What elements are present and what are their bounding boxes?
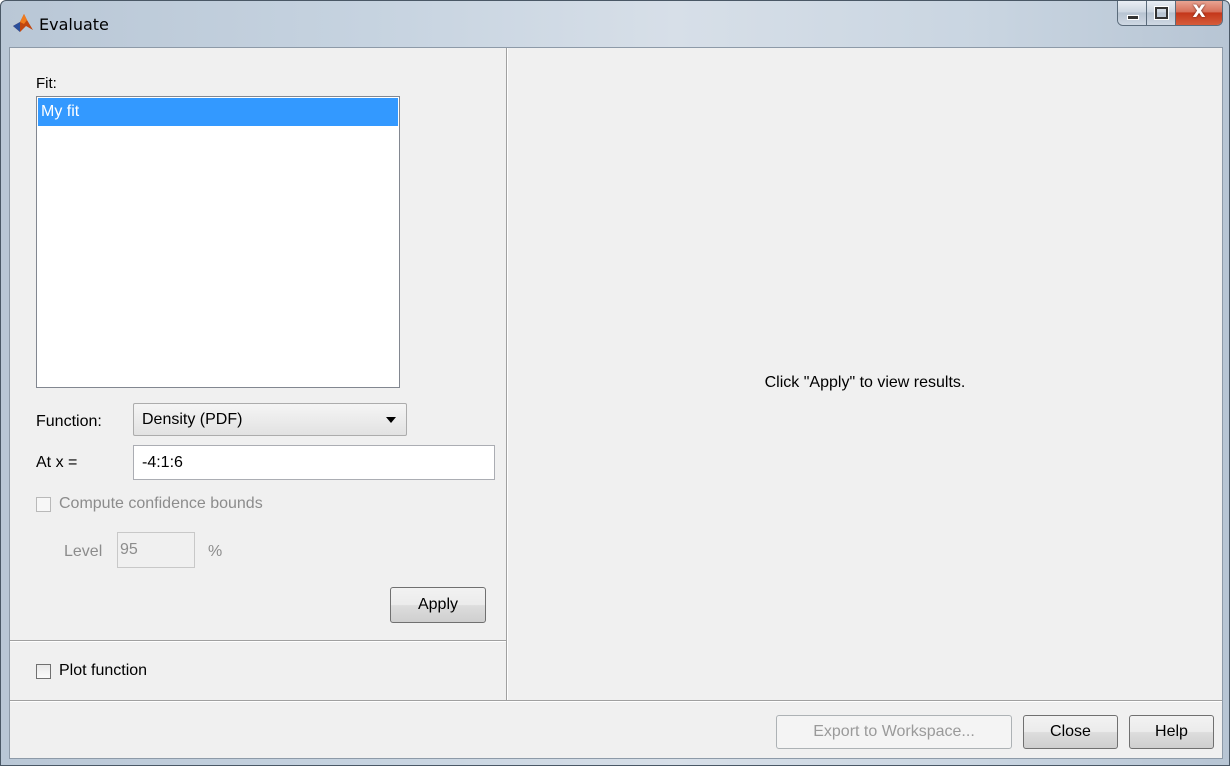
fit-label: Fit: [36, 75, 57, 92]
percent-label: % [208, 543, 223, 560]
title-bar[interactable]: Evaluate X [1, 1, 1229, 47]
apply-button[interactable]: Apply [390, 587, 486, 623]
fit-list-item[interactable]: My fit [38, 98, 398, 126]
footer-divider [10, 700, 1222, 702]
confidence-bounds-label: Compute confidence bounds [59, 495, 263, 512]
function-label: Function: [36, 413, 102, 430]
window-title: Evaluate [39, 15, 109, 34]
matlab-icon [13, 14, 33, 32]
close-button[interactable]: Close [1023, 715, 1118, 749]
function-selected-value: Density (PDF) [142, 411, 243, 428]
divider [10, 640, 506, 642]
help-button[interactable]: Help [1129, 715, 1214, 749]
level-label: Level [64, 543, 103, 560]
maximize-button[interactable] [1147, 1, 1176, 25]
level-input: 95 [117, 532, 195, 568]
dialog-client-area: Fit: My fit Function: Density (PDF) At x… [9, 47, 1223, 759]
confidence-bounds-checkbox [36, 496, 51, 512]
plot-function-checkbox[interactable] [36, 663, 51, 679]
settings-panel: Fit: My fit Function: Density (PDF) At x… [10, 48, 508, 700]
confidence-bounds-row: Compute confidence bounds [36, 495, 263, 513]
plot-function-row[interactable]: Plot function [36, 662, 147, 680]
plot-function-label[interactable]: Plot function [59, 662, 147, 680]
caption-buttons: X [1117, 1, 1223, 26]
at-x-input[interactable]: -4:1:6 [133, 445, 495, 480]
minimize-button[interactable] [1118, 1, 1147, 25]
close-icon: X [1192, 2, 1206, 22]
export-to-workspace-button[interactable]: Export to Workspace... [776, 715, 1012, 749]
results-panel: Click "Apply" to view results. [508, 48, 1222, 700]
at-x-label: At x = [36, 454, 78, 471]
function-dropdown[interactable]: Density (PDF) [133, 403, 407, 436]
fit-listbox[interactable]: My fit [36, 96, 400, 388]
close-window-button[interactable]: X [1176, 1, 1222, 25]
results-message: Click "Apply" to view results. [764, 374, 966, 391]
dropdown-arrow-icon [386, 417, 396, 423]
evaluate-window: Evaluate X Fit: My fit Function: Density… [0, 0, 1230, 766]
